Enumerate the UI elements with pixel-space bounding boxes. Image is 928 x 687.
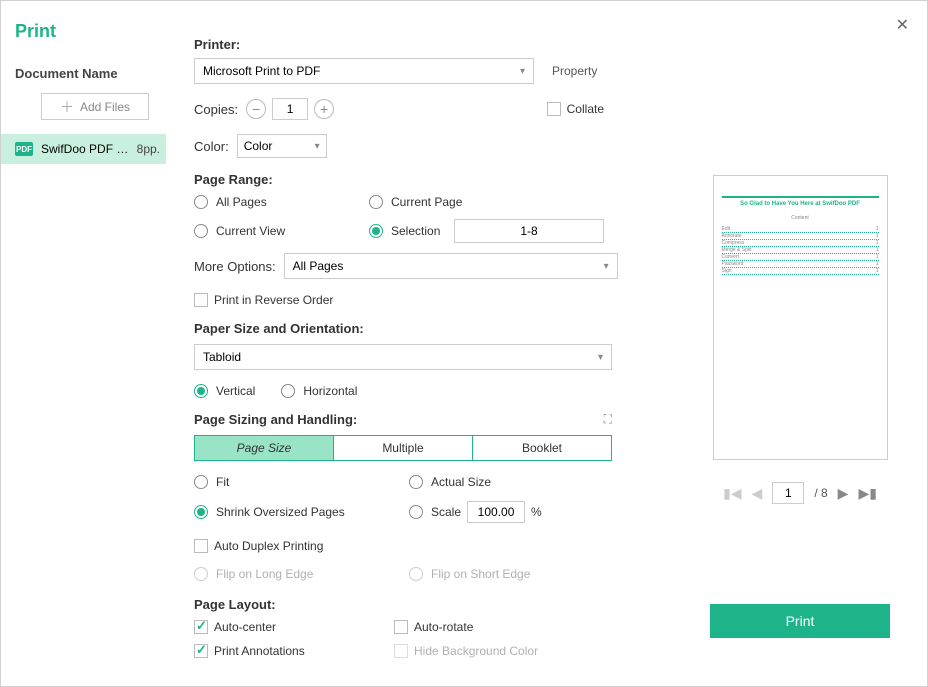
preview-line: Merge & Split1 (722, 247, 879, 254)
auto-rotate-checkbox[interactable]: Auto-rotate (394, 620, 677, 634)
auto-center-checkbox[interactable]: Auto-center (194, 620, 394, 634)
preview-line: Annotate1 (722, 233, 879, 240)
page-range-label: Page Range: (194, 172, 677, 187)
sidebar: Print Document Name ＋ Add Files PDF Swif… (1, 1, 166, 686)
checkbox-icon (194, 293, 208, 307)
checkbox-icon (194, 539, 208, 553)
checkbox-icon (394, 620, 408, 634)
printer-property-link[interactable]: Property (552, 64, 597, 78)
close-icon[interactable]: ✕ (896, 15, 909, 35)
document-name-header: Document Name (15, 66, 166, 81)
printer-value: Microsoft Print to PDF (203, 64, 320, 78)
checkbox-icon (547, 102, 561, 116)
sizing-label: Page Sizing and Handling: (194, 412, 357, 427)
collate-checkbox[interactable]: Collate (547, 102, 604, 116)
radio-fit[interactable]: Fit (194, 475, 409, 489)
preview-panel: So Glad to Have You Here at SwifDoo PDF … (687, 1, 927, 686)
radio-shrink[interactable]: Shrink Oversized Pages (194, 501, 409, 523)
checkbox-icon (194, 644, 208, 658)
radio-all-pages[interactable]: All Pages (194, 195, 369, 209)
document-file-name: SwifDoo PDF Us.. (41, 142, 129, 156)
more-options-select[interactable]: All Pages ▾ (284, 253, 618, 279)
tab-page-size[interactable]: Page Size (195, 436, 334, 460)
copies-decrease-button[interactable]: − (246, 99, 266, 119)
last-page-icon[interactable]: ▶▮ (858, 485, 876, 502)
scale-unit: % (531, 505, 542, 519)
print-button[interactable]: Print (710, 604, 890, 638)
page-preview: So Glad to Have You Here at SwifDoo PDF … (713, 175, 888, 460)
scale-input[interactable] (467, 501, 525, 523)
tab-booklet[interactable]: Booklet (473, 436, 611, 460)
radio-flip-long-edge: Flip on Long Edge (194, 567, 409, 581)
color-value: Color (244, 139, 273, 153)
add-files-button[interactable]: ＋ Add Files (41, 93, 149, 120)
radio-vertical[interactable]: Vertical (194, 384, 255, 398)
duplex-checkbox[interactable]: Auto Duplex Printing (194, 539, 323, 553)
main-panel: Printer: Microsoft Print to PDF ▾ Proper… (166, 1, 687, 681)
radio-current-view[interactable]: Current View (194, 224, 369, 238)
chevron-down-icon: ▾ (604, 261, 609, 272)
preview-line: Edit1 (722, 226, 879, 233)
radio-horizontal[interactable]: Horizontal (281, 384, 357, 398)
chevron-down-icon: ▾ (315, 141, 320, 152)
paper-size-select[interactable]: Tabloid ▾ (194, 344, 612, 370)
preview-title: So Glad to Have You Here at SwifDoo PDF (722, 196, 879, 207)
reverse-order-checkbox[interactable]: Print in Reverse Order (194, 293, 333, 307)
hide-bg-checkbox: Hide Background Color (394, 644, 677, 658)
color-label: Color: (194, 139, 229, 154)
add-files-label: Add Files (80, 100, 130, 114)
tab-multiple[interactable]: Multiple (334, 436, 473, 460)
preview-line: Password1 (722, 261, 879, 268)
expand-icon[interactable]: ⛶ (604, 412, 612, 427)
chevron-down-icon: ▾ (520, 66, 525, 77)
document-list-item[interactable]: PDF SwifDoo PDF Us.. 8pp. (1, 134, 166, 164)
radio-current-page[interactable]: Current Page (369, 195, 677, 209)
page-input[interactable] (772, 482, 804, 504)
printer-select[interactable]: Microsoft Print to PDF ▾ (194, 58, 534, 84)
sizing-tabs: Page Size Multiple Booklet (194, 435, 612, 461)
first-page-icon: ▮◀ (723, 485, 741, 502)
radio-actual-size[interactable]: Actual Size (409, 475, 677, 489)
prev-page-icon: ◀ (752, 485, 763, 502)
copies-label: Copies: (194, 102, 238, 117)
radio-flip-short-edge: Flip on Short Edge (409, 567, 677, 581)
pager: ▮◀ ◀ / 8 ▶ ▶▮ (723, 482, 877, 504)
preview-line: Compress1 (722, 240, 879, 247)
paper-size-value: Tabloid (203, 350, 241, 364)
dialog-title: Print (15, 21, 166, 42)
more-options-value: All Pages (293, 259, 344, 273)
checkbox-icon (194, 620, 208, 634)
collate-label: Collate (567, 102, 604, 116)
radio-scale[interactable]: Scale % (409, 501, 677, 523)
preview-sub: Content (722, 215, 879, 221)
plus-icon: ＋ (60, 97, 74, 117)
checkbox-icon (394, 644, 408, 658)
document-page-count: 8pp. (137, 142, 160, 156)
preview-line: Sign1 (722, 268, 879, 275)
next-page-icon[interactable]: ▶ (838, 485, 849, 502)
chevron-down-icon: ▾ (598, 352, 603, 363)
paper-label: Paper Size and Orientation: (194, 321, 677, 336)
radio-selection[interactable]: Selection (369, 224, 454, 238)
print-annotations-checkbox[interactable]: Print Annotations (194, 644, 394, 658)
pdf-icon: PDF (15, 142, 33, 156)
copies-increase-button[interactable]: + (314, 99, 334, 119)
selection-input[interactable] (454, 219, 604, 243)
layout-label: Page Layout: (194, 597, 677, 612)
color-select[interactable]: Color ▾ (237, 134, 327, 158)
more-options-label: More Options: (194, 259, 276, 274)
page-total: / 8 (814, 486, 827, 500)
preview-line: Convert1 (722, 254, 879, 261)
printer-label: Printer: (194, 37, 677, 52)
copies-input[interactable] (272, 98, 308, 120)
